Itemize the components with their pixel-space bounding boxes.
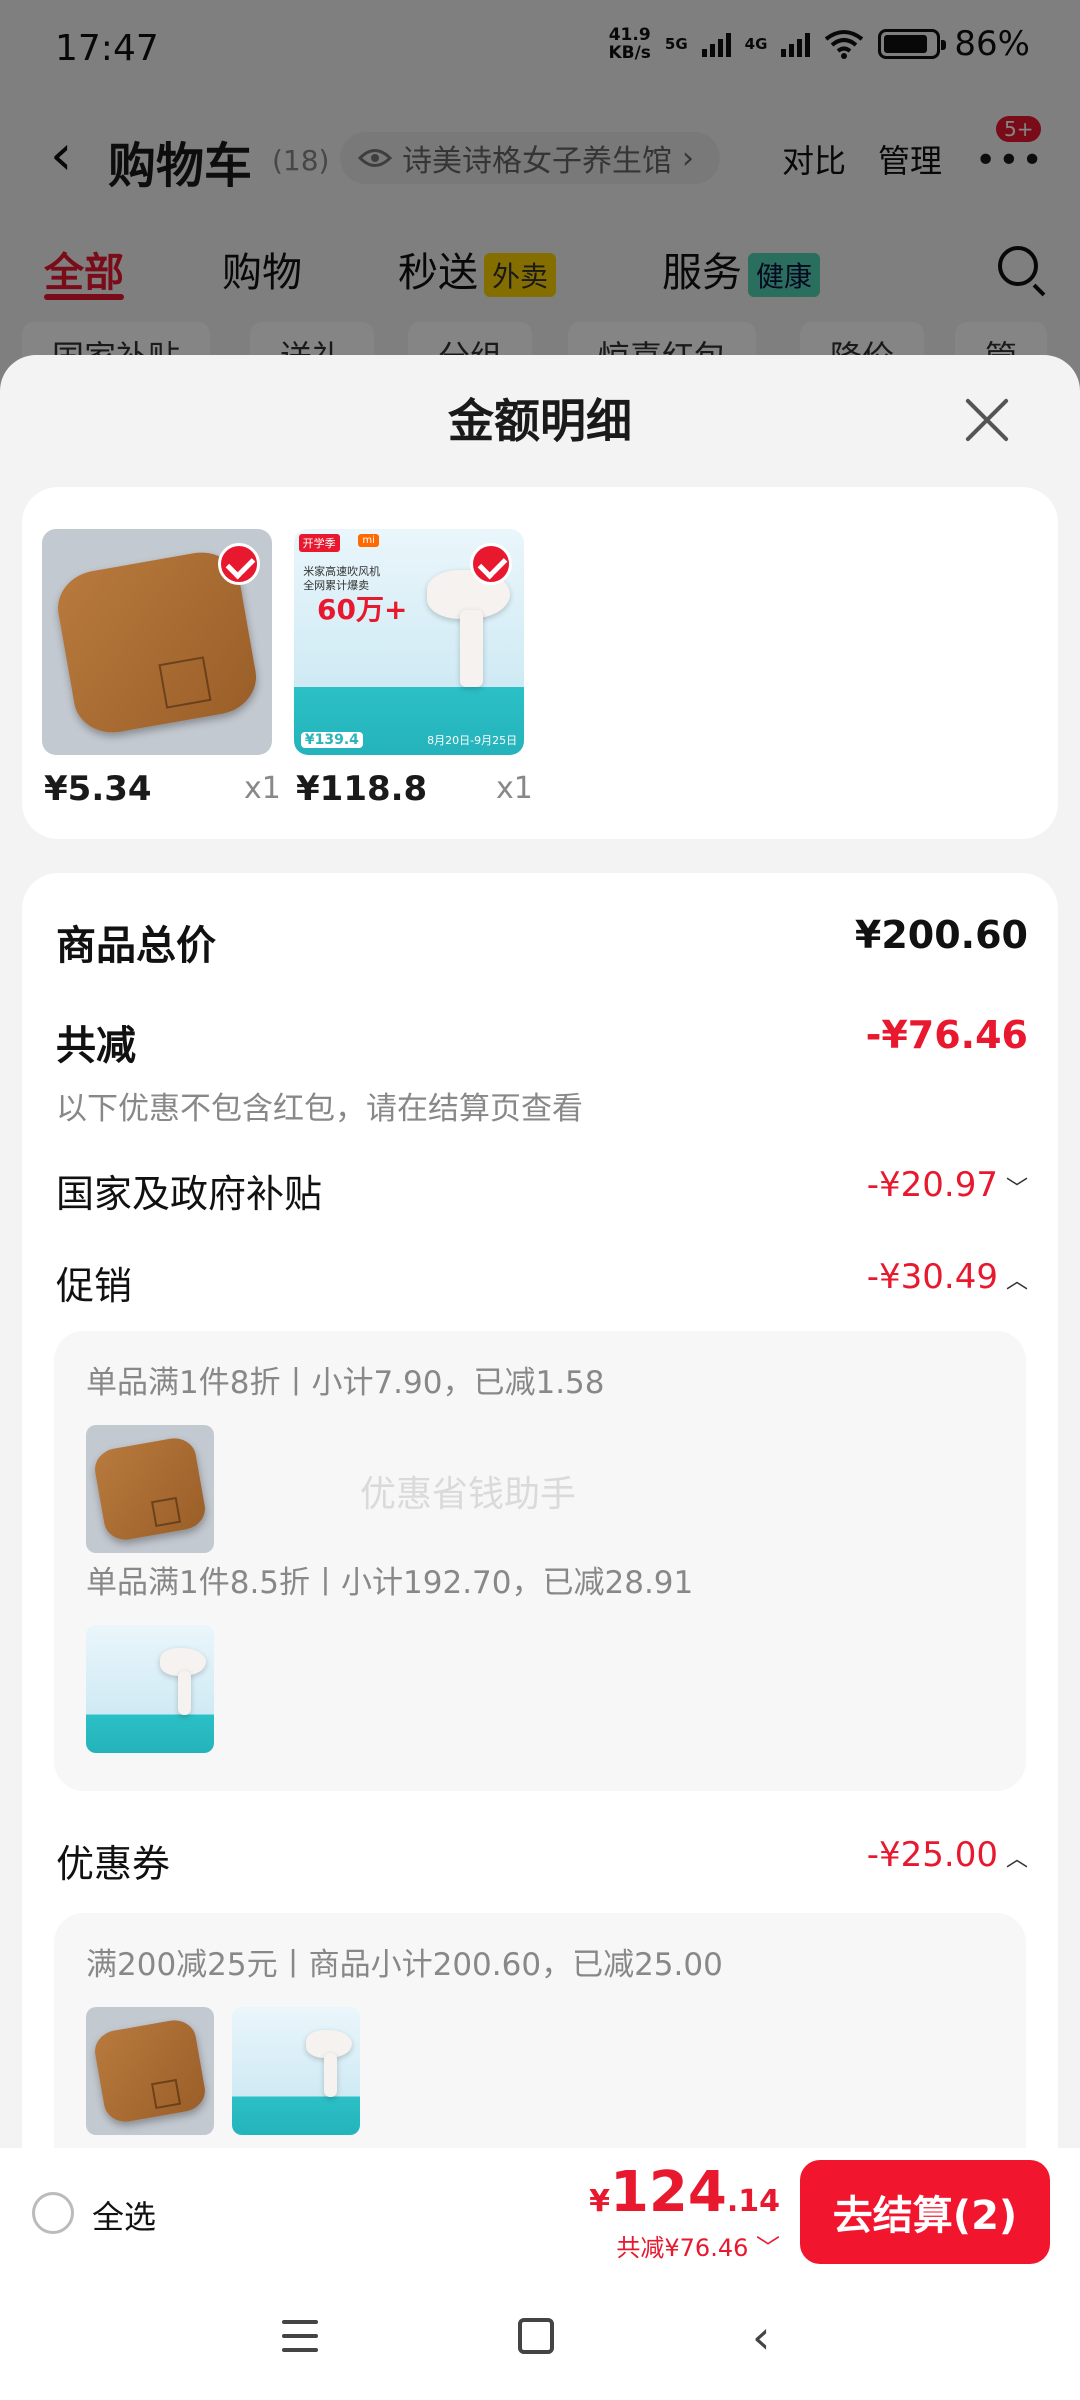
sheet-title: 金额明细 <box>448 394 632 448</box>
chevron-up-icon: ︿ <box>1005 1846 1028 1872</box>
chevron-down-icon: ﹀ <box>1005 1176 1028 1202</box>
select-all-radio[interactable] <box>32 2192 74 2234</box>
total-price: ¥ 124 .14 <box>589 2160 780 2225</box>
promo-line-1: 单品满1件8折丨小计7.90，已减1.58 <box>86 1365 605 1401</box>
item-price: ¥5.34 <box>44 769 152 809</box>
item-quantity: x1 <box>496 771 533 806</box>
dryer-line-1: 米家高速吹风机 <box>303 565 381 579</box>
amount-detail-sheet: 金额明细 ¥5.34 x1 开学季 mi 米家高速吹风机 全网累计爆卖 60万+ … <box>0 355 1080 2275</box>
promo-line-2: 单品满1件8.5折丨小计192.70，已减28.91 <box>86 1565 694 1601</box>
coupon-label: 优惠券 <box>56 1842 171 1886</box>
discount-value: -¥76.46 <box>865 1013 1028 1057</box>
price-breakdown-card: 商品总价 ¥200.60 共减 -¥76.46 以下优惠不包含红包，请在结算页查… <box>22 873 1058 2275</box>
dryer-brand-logo: mi <box>358 533 379 547</box>
promo-thumb-dryer <box>86 1625 214 1753</box>
chevron-up-icon: ︿ <box>1005 1268 1028 1294</box>
hair-dryer-product-image <box>232 2007 360 2135</box>
price-integer: 124 <box>609 2160 727 2225</box>
checkout-bar: 全选 ¥ 124 .14 共减¥76.46 ﹀ 去结算(2) <box>0 2148 1080 2276</box>
dryer-art-price: ¥139.4 <box>300 732 363 749</box>
promo-row-toggle[interactable]: -¥30.49 ︿ <box>867 1257 1028 1297</box>
watermark-text: 优惠省钱助手 <box>360 1474 577 1515</box>
menu-icon[interactable] <box>282 2320 318 2352</box>
item-quantity: x1 <box>244 771 281 806</box>
promo-detail-panel: 单品满1件8折丨小计7.90，已减1.58 单品满1件8.5折丨小计192.70… <box>54 1331 1026 1791</box>
total-price-value: ¥200.60 <box>854 913 1028 957</box>
promo-thumb-mat <box>86 1425 214 1553</box>
price-yen: ¥ <box>589 2184 610 2219</box>
discount-note: 以下优惠不包含红包，请在结算页查看 <box>56 1091 583 1127</box>
subsidy-label: 国家及政府补贴 <box>56 1172 323 1216</box>
subsidy-row-toggle[interactable]: -¥20.97 ﹀ <box>867 1165 1028 1205</box>
dryer-art-date: 8月20日-9月25日 <box>427 734 518 748</box>
back-icon[interactable]: ‹ <box>752 2314 770 2360</box>
selected-items-card: ¥5.34 x1 开学季 mi 米家高速吹风机 全网累计爆卖 60万+ ¥139.… <box>22 487 1058 839</box>
promo-label: 促销 <box>56 1264 133 1308</box>
checkmark-icon[interactable] <box>470 543 512 585</box>
dryer-big-number: 60万+ <box>317 592 408 626</box>
total-saving-toggle[interactable]: 共减¥76.46 ﹀ <box>616 2228 780 2263</box>
coupon-thumb-mat <box>86 2007 214 2135</box>
mat-product-image <box>86 1425 214 1553</box>
coupon-line: 满200减25元丨商品小计200.60，已减25.00 <box>86 1947 723 1983</box>
mat-product-image <box>86 2007 214 2135</box>
item-price: ¥118.8 <box>296 769 428 809</box>
home-icon[interactable] <box>518 2318 554 2354</box>
hair-dryer-product-image <box>86 1625 214 1753</box>
close-icon[interactable] <box>964 397 1010 443</box>
subsidy-value: -¥20.97 <box>866 1165 998 1205</box>
checkout-button[interactable]: 去结算(2) <box>800 2160 1050 2264</box>
system-nav-bar: ‹ <box>0 2276 1080 2400</box>
coupon-row-toggle[interactable]: -¥25.00 ︿ <box>867 1835 1028 1875</box>
select-all-label[interactable]: 全选 <box>92 2192 156 2238</box>
coupon-value: -¥25.00 <box>866 1835 998 1875</box>
promo-value: -¥30.49 <box>866 1257 998 1297</box>
item-thumbnail-mat[interactable] <box>42 529 272 755</box>
discount-label: 共减 <box>56 1023 136 1069</box>
checkmark-icon[interactable] <box>218 543 260 585</box>
price-decimal: .14 <box>726 2184 780 2219</box>
item-thumbnail-dryer[interactable]: 开学季 mi 米家高速吹风机 全网累计爆卖 60万+ ¥139.4 8月20日-9… <box>294 529 524 755</box>
total-price-label: 商品总价 <box>56 923 216 969</box>
coupon-thumb-dryer <box>232 2007 360 2135</box>
dryer-promo-tag: 开学季 <box>298 533 340 552</box>
